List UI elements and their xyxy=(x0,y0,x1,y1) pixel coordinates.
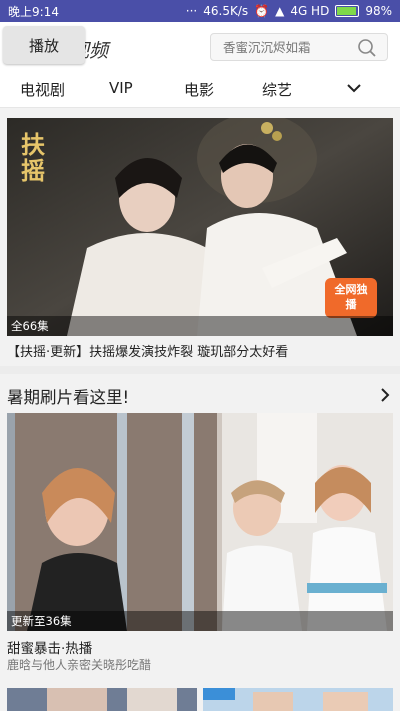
poster-title-text: 扶摇 xyxy=(21,130,45,185)
chevron-down-icon[interactable] xyxy=(346,82,362,94)
battery-level: 98% xyxy=(365,4,392,18)
status-right: ··· 46.5K/s ⏰ ▲ 4G HD 98% xyxy=(186,4,392,18)
video-thumbnail-partial[interactable] xyxy=(7,688,197,711)
video-thumbnail-image xyxy=(7,413,393,631)
signal-dots-icon: ··· xyxy=(185,4,198,18)
chevron-right-icon[interactable] xyxy=(380,388,390,402)
status-bar: 晚上9:14 ··· 46.5K/s ⏰ ▲ 4G HD 98% xyxy=(0,0,400,22)
search-icon[interactable] xyxy=(357,38,377,58)
video-card[interactable]: 更新至36集 xyxy=(7,413,393,631)
status-time: 晚上9:14 xyxy=(8,4,59,19)
video-subtitle: 鹿晗与他人亲密关晓彤吃醋 xyxy=(7,658,152,672)
thumbnail-image xyxy=(203,688,393,711)
wifi-icon: ▲ xyxy=(275,4,285,18)
featured-video-caption[interactable]: 【扶摇·更新】扶摇爆发演技炸裂 璇玑部分太好看 xyxy=(7,341,288,360)
network-type: 4G HD xyxy=(290,4,330,18)
battery-icon xyxy=(335,5,360,17)
play-button[interactable]: 播放 xyxy=(3,26,85,64)
thumbnail-image xyxy=(7,688,197,711)
featured-video-card[interactable]: 扶摇 全网独播 全66集 xyxy=(7,118,393,336)
alarm-icon: ⏰ xyxy=(254,4,270,18)
section-title[interactable]: 暑期刷片看这里! xyxy=(7,384,129,408)
episode-count-badge: 全66集 xyxy=(7,316,393,336)
tab-movies[interactable]: 电影 xyxy=(184,79,214,100)
episode-count-badge: 更新至36集 xyxy=(7,611,393,631)
tab-variety[interactable]: 综艺 xyxy=(262,79,292,100)
tab-vip[interactable]: VIP xyxy=(109,79,133,97)
video-thumbnail-partial[interactable] xyxy=(203,688,393,711)
exclusive-stamp: 全网独播 xyxy=(334,283,368,311)
section-divider xyxy=(0,366,400,374)
search-box[interactable] xyxy=(210,33,388,61)
video-title[interactable]: 甜蜜暴击·热播 xyxy=(7,637,92,657)
network-speed: 46.5K/s xyxy=(203,4,249,18)
category-tabs: 电视剧 VIP 电影 综艺 xyxy=(0,72,400,108)
tab-tv-series[interactable]: 电视剧 xyxy=(20,79,65,100)
search-input[interactable] xyxy=(221,39,355,56)
